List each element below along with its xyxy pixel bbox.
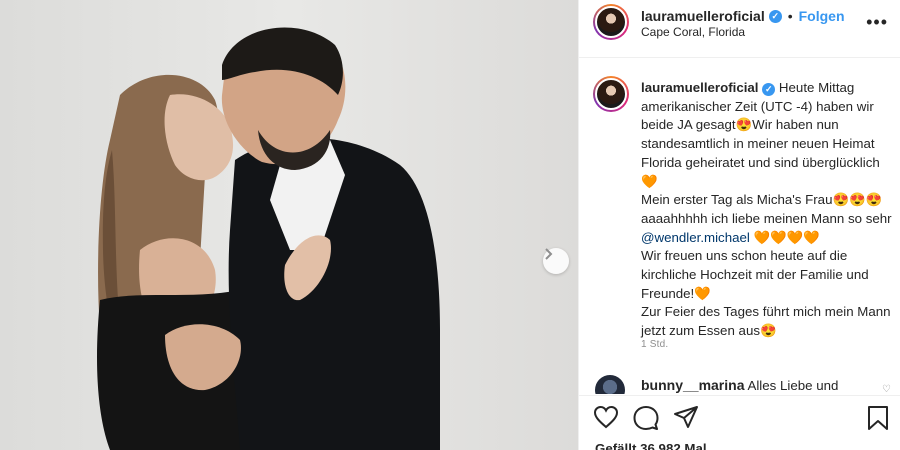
- header-user-row: lauramuelleroficial ✓ • Folgen: [641, 8, 845, 24]
- bookmark-icon[interactable]: [867, 405, 889, 431]
- verified-badge-icon: ✓: [762, 82, 776, 96]
- likes-count[interactable]: Gefällt 36.982 Mal: [595, 441, 707, 450]
- caption-part1: Heute Mittag amerikanischer Zeit (UTC -4…: [641, 80, 880, 189]
- chevron-right-icon: [545, 248, 553, 260]
- post-time[interactable]: 1 Std.: [641, 339, 668, 350]
- comment-row: bunny__marina Alles Liebe und ♡: [579, 372, 900, 394]
- caption-part4: Wir freuen uns schon heute auf die kirch…: [641, 248, 869, 301]
- caption-part2: Mein erster Tag als Micha's Frau😍😍😍 aaaa…: [641, 192, 892, 226]
- paper-plane-icon[interactable]: [673, 405, 699, 429]
- comment-text: bunny__marina Alles Liebe und: [641, 377, 838, 393]
- comment-avatar[interactable]: [595, 375, 625, 394]
- caption-part5: Zur Feier des Tages führt mich mein Mann…: [641, 304, 891, 339]
- comment-username[interactable]: bunny__marina: [641, 377, 744, 393]
- follow-button[interactable]: Folgen: [799, 8, 845, 24]
- caption-text: lauramuelleroficial ✓ Heute Mittag ameri…: [641, 79, 895, 341]
- comment-icon[interactable]: [633, 405, 659, 431]
- post-side-panel: lauramuelleroficial ✓ • Folgen Cape Cora…: [578, 0, 900, 450]
- header-username[interactable]: lauramuelleroficial: [641, 8, 765, 24]
- action-bar: Gefällt 36.982 Mal: [579, 395, 900, 450]
- heart-icon[interactable]: [593, 405, 619, 429]
- more-options-icon[interactable]: •••: [866, 12, 888, 33]
- caption-username[interactable]: lauramuelleroficial: [641, 80, 759, 95]
- verified-badge-icon: ✓: [768, 9, 782, 23]
- caption-avatar[interactable]: [593, 76, 629, 112]
- caption-area: lauramuelleroficial ✓ Heute Mittag ameri…: [579, 58, 900, 371]
- separator-dot: •: [787, 8, 793, 24]
- caption-part3: 🧡🧡🧡🧡: [753, 229, 820, 245]
- mention-link[interactable]: @wendler.michael: [641, 230, 750, 245]
- location-link[interactable]: Cape Coral, Florida: [641, 25, 745, 39]
- post-header: lauramuelleroficial ✓ • Folgen Cape Cora…: [579, 0, 900, 58]
- comment-body: Alles Liebe und: [747, 378, 839, 393]
- avatar[interactable]: [593, 4, 629, 40]
- next-photo-button[interactable]: [543, 248, 569, 274]
- post-photo[interactable]: [0, 0, 578, 450]
- couple-kissing-image: [0, 0, 578, 450]
- comment-like-icon[interactable]: ♡: [882, 384, 891, 394]
